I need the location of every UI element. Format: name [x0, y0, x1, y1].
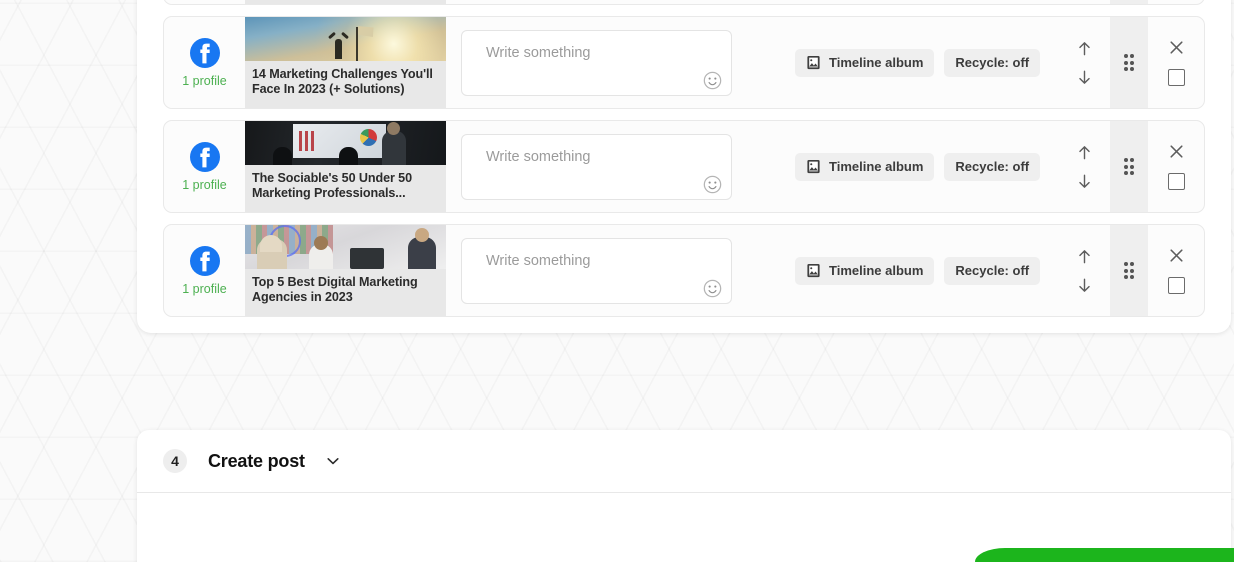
link-preview-card[interactable]: The Sociable's 50 Under 50 Marketing Pro…: [245, 121, 446, 212]
profile-cell[interactable]: 1 profile: [164, 17, 245, 108]
select-post-checkbox[interactable]: [1167, 173, 1185, 190]
arrow-up-icon[interactable]: [1076, 144, 1093, 161]
photo-album-icon: [807, 263, 820, 278]
compose-placeholder: Write something: [486, 252, 591, 269]
facebook-icon: [189, 245, 220, 276]
recycle-toggle-button[interactable]: Recycle: off: [944, 48, 1041, 77]
recycle-label: Recycle: off: [955, 159, 1030, 174]
create-post-step-card: 4 Create post Add to Queue (30 posts): [137, 430, 1231, 562]
footer-accent-strip: [975, 548, 1234, 562]
link-title: 14 Marketing Challenges You'll Face In 2…: [252, 67, 433, 96]
album-label: Timeline album: [829, 263, 924, 278]
link-thumbnail: [245, 225, 446, 269]
album-selector-button[interactable]: Timeline album: [795, 152, 935, 181]
profile-count-label: 1 profile: [182, 177, 227, 192]
reorder-arrows: [1058, 225, 1110, 316]
profile-cell[interactable]: 1 profile: [164, 225, 245, 316]
close-x-icon[interactable]: [1168, 247, 1185, 264]
row-actions: [1148, 225, 1204, 316]
chevron-down-icon[interactable]: [326, 454, 340, 468]
compose-cell: Write something: [446, 0, 738, 4]
link-preview-card[interactable]: Top 5 Best Digital Marketing Agencies in…: [245, 225, 446, 316]
facebook-icon: [189, 141, 220, 172]
link-title: Top 5 Best Digital Marketing Agencies in…: [252, 275, 418, 304]
post-options: Timeline album Recycle: off: [738, 0, 1058, 4]
recycle-toggle-button[interactable]: Recycle: off: [944, 152, 1041, 181]
row-actions: [1148, 17, 1204, 108]
link-thumbnail: [245, 17, 446, 61]
photo-album-icon: [807, 159, 820, 174]
row-actions: [1148, 0, 1204, 4]
post-options: Timeline album Recycle: off: [738, 17, 1058, 108]
arrow-down-icon[interactable]: [1076, 277, 1093, 294]
recycle-toggle-button[interactable]: Recycle: off: [944, 256, 1041, 285]
post-options: Timeline album Recycle: off: [738, 121, 1058, 212]
emoji-smiley-icon[interactable]: [703, 175, 722, 194]
thumbnail-artwork: [245, 121, 446, 165]
album-selector-button[interactable]: Timeline album: [795, 48, 935, 77]
compose-cell: Write something: [446, 225, 738, 316]
thumbnail-artwork: [245, 225, 446, 269]
link-preview-card[interactable]: Master customer service email templates …: [245, 0, 446, 4]
link-thumbnail: [245, 121, 446, 165]
photo-album-icon: [807, 55, 820, 70]
link-title: Master customer service email templates …: [245, 0, 446, 4]
reorder-arrows: [1058, 0, 1110, 4]
compose-textarea[interactable]: Write something: [461, 133, 732, 200]
row-actions: [1148, 121, 1204, 212]
step-number-badge: 4: [163, 449, 187, 473]
reorder-arrows: [1058, 121, 1110, 212]
arrow-down-icon[interactable]: [1076, 173, 1093, 190]
album-selector-button[interactable]: Timeline album: [795, 256, 935, 285]
table-row[interactable]: 1 profile The Sociable's 50 Under 50 Mar…: [163, 120, 1205, 213]
create-post-step-header[interactable]: 4 Create post: [137, 430, 1231, 493]
select-post-checkbox[interactable]: [1167, 277, 1185, 294]
compose-cell: Write something: [446, 17, 738, 108]
recycle-label: Recycle: off: [955, 263, 1030, 278]
compose-textarea[interactable]: Write something: [461, 237, 732, 304]
album-label: Timeline album: [829, 55, 924, 70]
arrow-up-icon[interactable]: [1076, 40, 1093, 57]
arrow-up-icon[interactable]: [1076, 248, 1093, 265]
compose-textarea[interactable]: Write something: [461, 29, 732, 96]
recycle-label: Recycle: off: [955, 55, 1030, 70]
link-title: The Sociable's 50 Under 50 Marketing Pro…: [252, 171, 412, 200]
compose-cell: Write something: [446, 121, 738, 212]
thumbnail-artwork: [245, 17, 446, 61]
compose-placeholder: Write something: [486, 148, 591, 165]
facebook-icon: [189, 37, 220, 68]
close-x-icon[interactable]: [1168, 143, 1185, 160]
profile-cell[interactable]: 1 profile: [164, 0, 245, 4]
post-rows-list: 1 profile Master customer service email …: [163, 0, 1205, 317]
posts-panel: 1 profile Master customer service email …: [137, 0, 1231, 333]
emoji-smiley-icon[interactable]: [703, 71, 722, 90]
table-row[interactable]: 1 profile Top 5 Best Digital Marketing A…: [163, 224, 1205, 317]
post-options: Timeline album Recycle: off: [738, 225, 1058, 316]
profile-cell[interactable]: 1 profile: [164, 121, 245, 212]
compose-placeholder: Write something: [486, 44, 591, 61]
profile-count-label: 1 profile: [182, 281, 227, 296]
page-title: Create post: [208, 450, 305, 471]
table-row[interactable]: 1 profile Master customer service email …: [163, 0, 1205, 5]
arrow-down-icon[interactable]: [1076, 69, 1093, 86]
reorder-arrows: [1058, 17, 1110, 108]
select-post-checkbox[interactable]: [1167, 69, 1185, 86]
album-label: Timeline album: [829, 159, 924, 174]
profile-count-label: 1 profile: [182, 73, 227, 88]
drag-handle-icon[interactable]: [1110, 0, 1148, 4]
close-x-icon[interactable]: [1168, 39, 1185, 56]
table-row[interactable]: 1 profile 14 Marketing Challenges You'll…: [163, 16, 1205, 109]
drag-handle-icon[interactable]: [1110, 17, 1148, 108]
drag-handle-icon[interactable]: [1110, 225, 1148, 316]
emoji-smiley-icon[interactable]: [703, 279, 722, 298]
drag-handle-icon[interactable]: [1110, 121, 1148, 212]
link-preview-card[interactable]: 14 Marketing Challenges You'll Face In 2…: [245, 17, 446, 108]
